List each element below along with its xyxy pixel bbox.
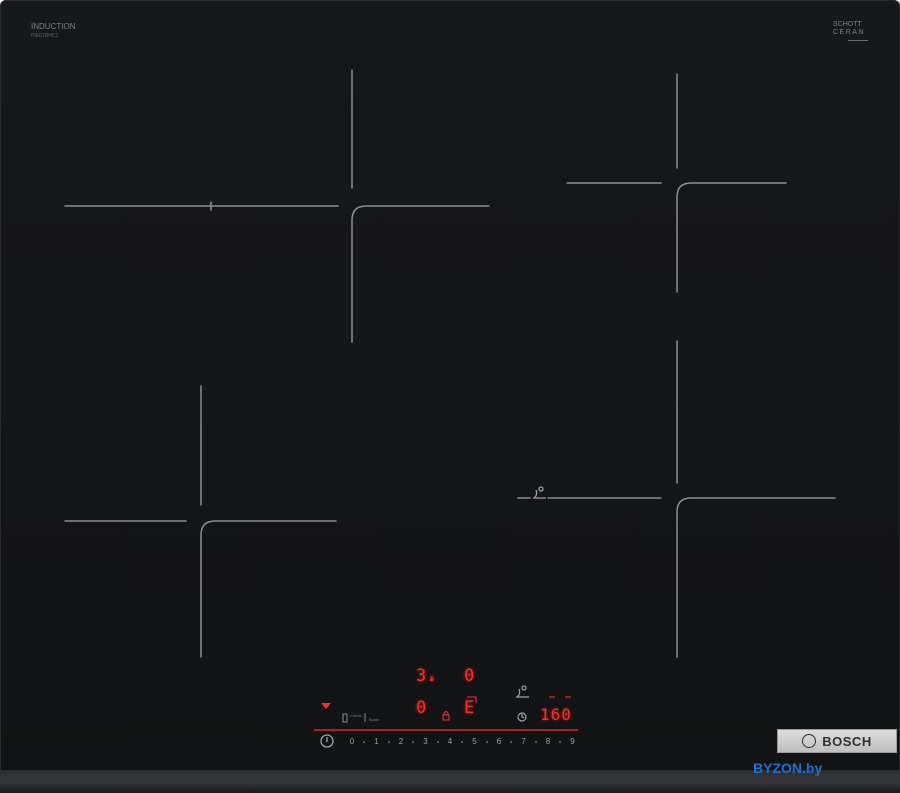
boost-label: Boost xyxy=(369,717,380,722)
slider-step-6[interactable]: 6 xyxy=(494,737,504,746)
power-icon xyxy=(320,734,334,748)
slider-step-5[interactable]: 5 xyxy=(470,737,480,746)
slider-dot xyxy=(363,741,365,743)
bosch-badge: BOSCH xyxy=(777,729,897,753)
slider-step-0[interactable]: 0 xyxy=(347,737,357,746)
bosch-name: BOSCH xyxy=(822,733,872,749)
slider-dot xyxy=(485,741,488,743)
slider-step-8[interactable]: 8 xyxy=(543,737,553,746)
pan-icon xyxy=(515,685,529,698)
slider-dot xyxy=(534,741,537,743)
zone-indicator-icon xyxy=(467,696,477,703)
combi-label: Combi xyxy=(350,713,362,718)
lock-icon xyxy=(442,711,450,721)
slider-dot xyxy=(436,741,439,743)
slider-dot xyxy=(559,741,561,743)
slider-dot xyxy=(387,741,390,743)
slider-step-3[interactable]: 3 xyxy=(421,737,431,746)
timer-icon xyxy=(517,712,527,722)
slider-step-1[interactable]: 1 xyxy=(372,737,382,746)
bosch-logo-icon xyxy=(802,734,817,748)
slider-dot xyxy=(510,741,512,743)
slider-step-9[interactable]: 9 xyxy=(568,737,578,746)
slider-dot xyxy=(412,741,414,743)
control-panel-icons xyxy=(314,685,578,748)
slider-step-2[interactable]: 2 xyxy=(396,737,406,746)
watermark: BYZON.by xyxy=(753,760,823,776)
zone-select-icon xyxy=(321,703,331,709)
slider-dot xyxy=(461,741,463,743)
slider-step-4[interactable]: 4 xyxy=(445,737,455,746)
slider-step-7[interactable]: 7 xyxy=(519,737,529,746)
combi-icon xyxy=(342,713,348,723)
